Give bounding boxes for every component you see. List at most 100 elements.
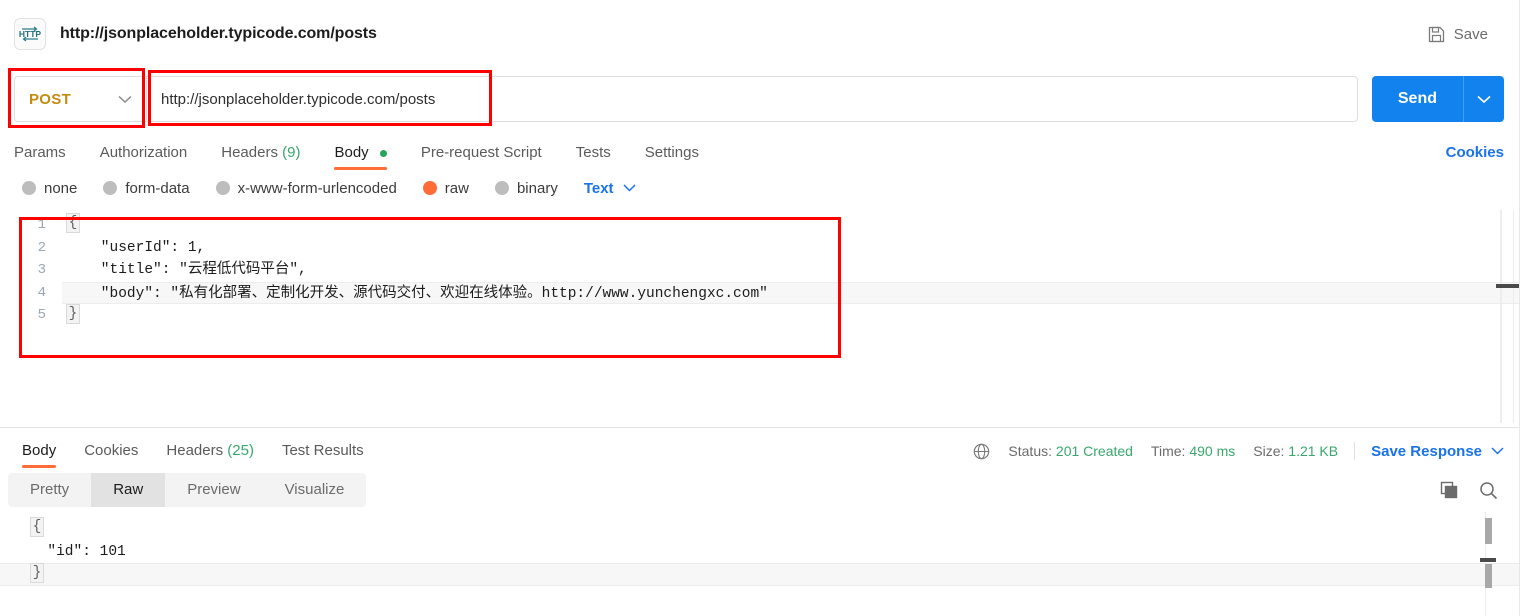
- chevron-down-icon: [1491, 447, 1504, 455]
- response-tab-headers-count: (25): [227, 442, 254, 459]
- view-mode-preview[interactable]: Preview: [165, 473, 262, 507]
- http-protocol-icon: HTTP: [14, 18, 46, 50]
- line-number: 3: [37, 262, 46, 279]
- body-type-urlencoded[interactable]: x-www-form-urlencoded: [215, 179, 397, 197]
- chevron-down-icon: [623, 184, 636, 192]
- request-body-editor-area: 1 2 3 4 5 { "userId": 1, "title": "云程低代码…: [0, 206, 1520, 427]
- time-label: Time:: [1150, 443, 1186, 459]
- tab-pre-request-script-label: Pre-request Script: [420, 144, 542, 161]
- body-format-dropdown[interactable]: Text: [584, 180, 636, 197]
- body-type-selector: none form-data x-www-form-urlencoded raw…: [0, 170, 1520, 206]
- tab-tests[interactable]: Tests: [576, 144, 611, 170]
- postman-request-window: HTTP http://jsonplaceholder.typicode.com…: [0, 0, 1520, 616]
- tab-settings[interactable]: Settings: [645, 144, 699, 170]
- view-mode-visualize[interactable]: Visualize: [263, 473, 367, 507]
- code-fold-marker[interactable]: }: [66, 303, 80, 324]
- meta-divider: [1354, 442, 1356, 460]
- line-number: 5: [37, 307, 46, 324]
- status-value: 201 Created: [1055, 443, 1133, 459]
- request-url-bar: POST http://jsonplaceholder.typicode.com…: [0, 68, 1520, 130]
- body-type-binary[interactable]: binary: [494, 179, 558, 197]
- radio-icon: [103, 181, 118, 195]
- view-mode-raw[interactable]: Raw: [91, 473, 166, 507]
- response-tab-cookies[interactable]: Cookies: [84, 442, 138, 468]
- radio-icon: [215, 181, 230, 195]
- status-label: Status:: [1008, 443, 1053, 459]
- editor-vertical-scrollbar[interactable]: [1500, 210, 1514, 423]
- response-tool-icons: [1440, 481, 1504, 500]
- response-tab-body[interactable]: Body: [22, 442, 57, 468]
- code-fold-marker[interactable]: {: [30, 517, 44, 538]
- code-line: {: [62, 213, 1520, 237]
- body-format-label: Text: [583, 179, 614, 197]
- response-view-mode-group: Pretty Raw Preview Visualize: [8, 473, 367, 507]
- save-button[interactable]: Save: [1426, 22, 1490, 47]
- search-icon[interactable]: [1479, 481, 1498, 500]
- radio-icon: [494, 181, 509, 195]
- size-label: Size:: [1253, 443, 1285, 459]
- url-input[interactable]: http://jsonplaceholder.typicode.com/post…: [146, 76, 1358, 122]
- body-type-raw[interactable]: raw: [422, 180, 469, 197]
- response-code-line: {: [0, 517, 1520, 541]
- send-button[interactable]: Send: [1371, 76, 1504, 122]
- response-code-line: "id": 101: [30, 543, 126, 560]
- request-tab-bar: Params Authorization Headers (9) Body Pr…: [0, 130, 1520, 170]
- response-tab-test-results-label: Test Results: [281, 442, 364, 459]
- header-actions: Save: [1426, 22, 1504, 47]
- tab-authorization-label: Authorization: [99, 144, 188, 161]
- tab-params-label: Params: [14, 144, 66, 161]
- tab-body[interactable]: Body: [334, 144, 388, 170]
- body-modified-dot-icon: [379, 149, 387, 157]
- code-line: }: [62, 303, 1520, 327]
- response-scrollbar-thumb-lower[interactable]: [1485, 564, 1492, 588]
- body-type-none[interactable]: none: [22, 180, 77, 197]
- code-line: "title": "云程低代码平台",: [66, 262, 307, 279]
- body-type-none-label: none: [44, 179, 78, 197]
- method-selector[interactable]: POST: [14, 76, 146, 122]
- response-tab-headers-label: Headers: [166, 442, 224, 459]
- save-response-label: Save Response: [1371, 442, 1482, 460]
- code-fold-marker[interactable]: }: [30, 563, 44, 584]
- time-badge: Time: 490 ms: [1151, 443, 1235, 459]
- body-type-form-data-label: form-data: [125, 179, 190, 197]
- method-selector-wrap: POST: [14, 76, 146, 122]
- response-tab-headers[interactable]: Headers (25): [166, 442, 254, 468]
- tab-headers-count: (9): [282, 144, 301, 161]
- save-button-label: Save: [1453, 25, 1488, 43]
- tab-tests-label: Tests: [575, 144, 611, 161]
- tab-headers-label: Headers: [221, 144, 278, 161]
- response-tab-bar: Body Cookies Headers (25) Test Results S…: [0, 428, 1520, 468]
- cookies-link[interactable]: Cookies: [1446, 144, 1504, 170]
- code-fold-marker[interactable]: {: [66, 213, 80, 234]
- send-options-chevron-down-icon[interactable]: [1463, 76, 1504, 122]
- tab-params[interactable]: Params: [14, 144, 66, 170]
- body-type-urlencoded-label: x-www-form-urlencoded: [237, 179, 397, 197]
- response-tab-body-label: Body: [22, 442, 57, 459]
- code-line: "body": "私有化部署、定制化开发、源代码交付、欢迎在线体验。http:/…: [62, 281, 1520, 305]
- tab-body-label: Body: [334, 144, 369, 161]
- time-value: 490 ms: [1189, 443, 1236, 459]
- response-scrollbar-thumb[interactable]: [1485, 518, 1492, 544]
- response-body-viewer[interactable]: { "id": 101 }: [0, 512, 1520, 616]
- globe-icon: [973, 443, 990, 460]
- response-code-line: }: [0, 563, 1520, 586]
- save-response-button[interactable]: Save Response: [1371, 443, 1504, 460]
- line-number: 2: [37, 239, 46, 256]
- editor-code-lines[interactable]: { "userId": 1, "title": "云程低代码平台", "body…: [62, 206, 1520, 427]
- editor-scroll-thumb[interactable]: [1496, 284, 1520, 288]
- body-type-form-data[interactable]: form-data: [103, 179, 190, 197]
- method-label: POST: [29, 90, 72, 108]
- url-input-wrap: http://jsonplaceholder.typicode.com/post…: [146, 76, 1358, 122]
- chevron-down-icon: [118, 95, 132, 104]
- request-body-editor[interactable]: 1 2 3 4 5 { "userId": 1, "title": "云程低代码…: [0, 206, 1520, 427]
- view-mode-pretty[interactable]: Pretty: [8, 473, 91, 507]
- response-tab-test-results[interactable]: Test Results: [282, 442, 364, 468]
- line-number: 1: [37, 217, 46, 233]
- radio-selected-icon: [422, 181, 437, 195]
- tab-pre-request-script[interactable]: Pre-request Script: [421, 144, 542, 170]
- body-type-binary-label: binary: [516, 179, 558, 197]
- tab-authorization[interactable]: Authorization: [100, 144, 188, 170]
- size-badge: Size: 1.21 KB: [1253, 443, 1338, 459]
- copy-icon[interactable]: [1440, 481, 1459, 500]
- tab-headers[interactable]: Headers (9): [221, 144, 300, 170]
